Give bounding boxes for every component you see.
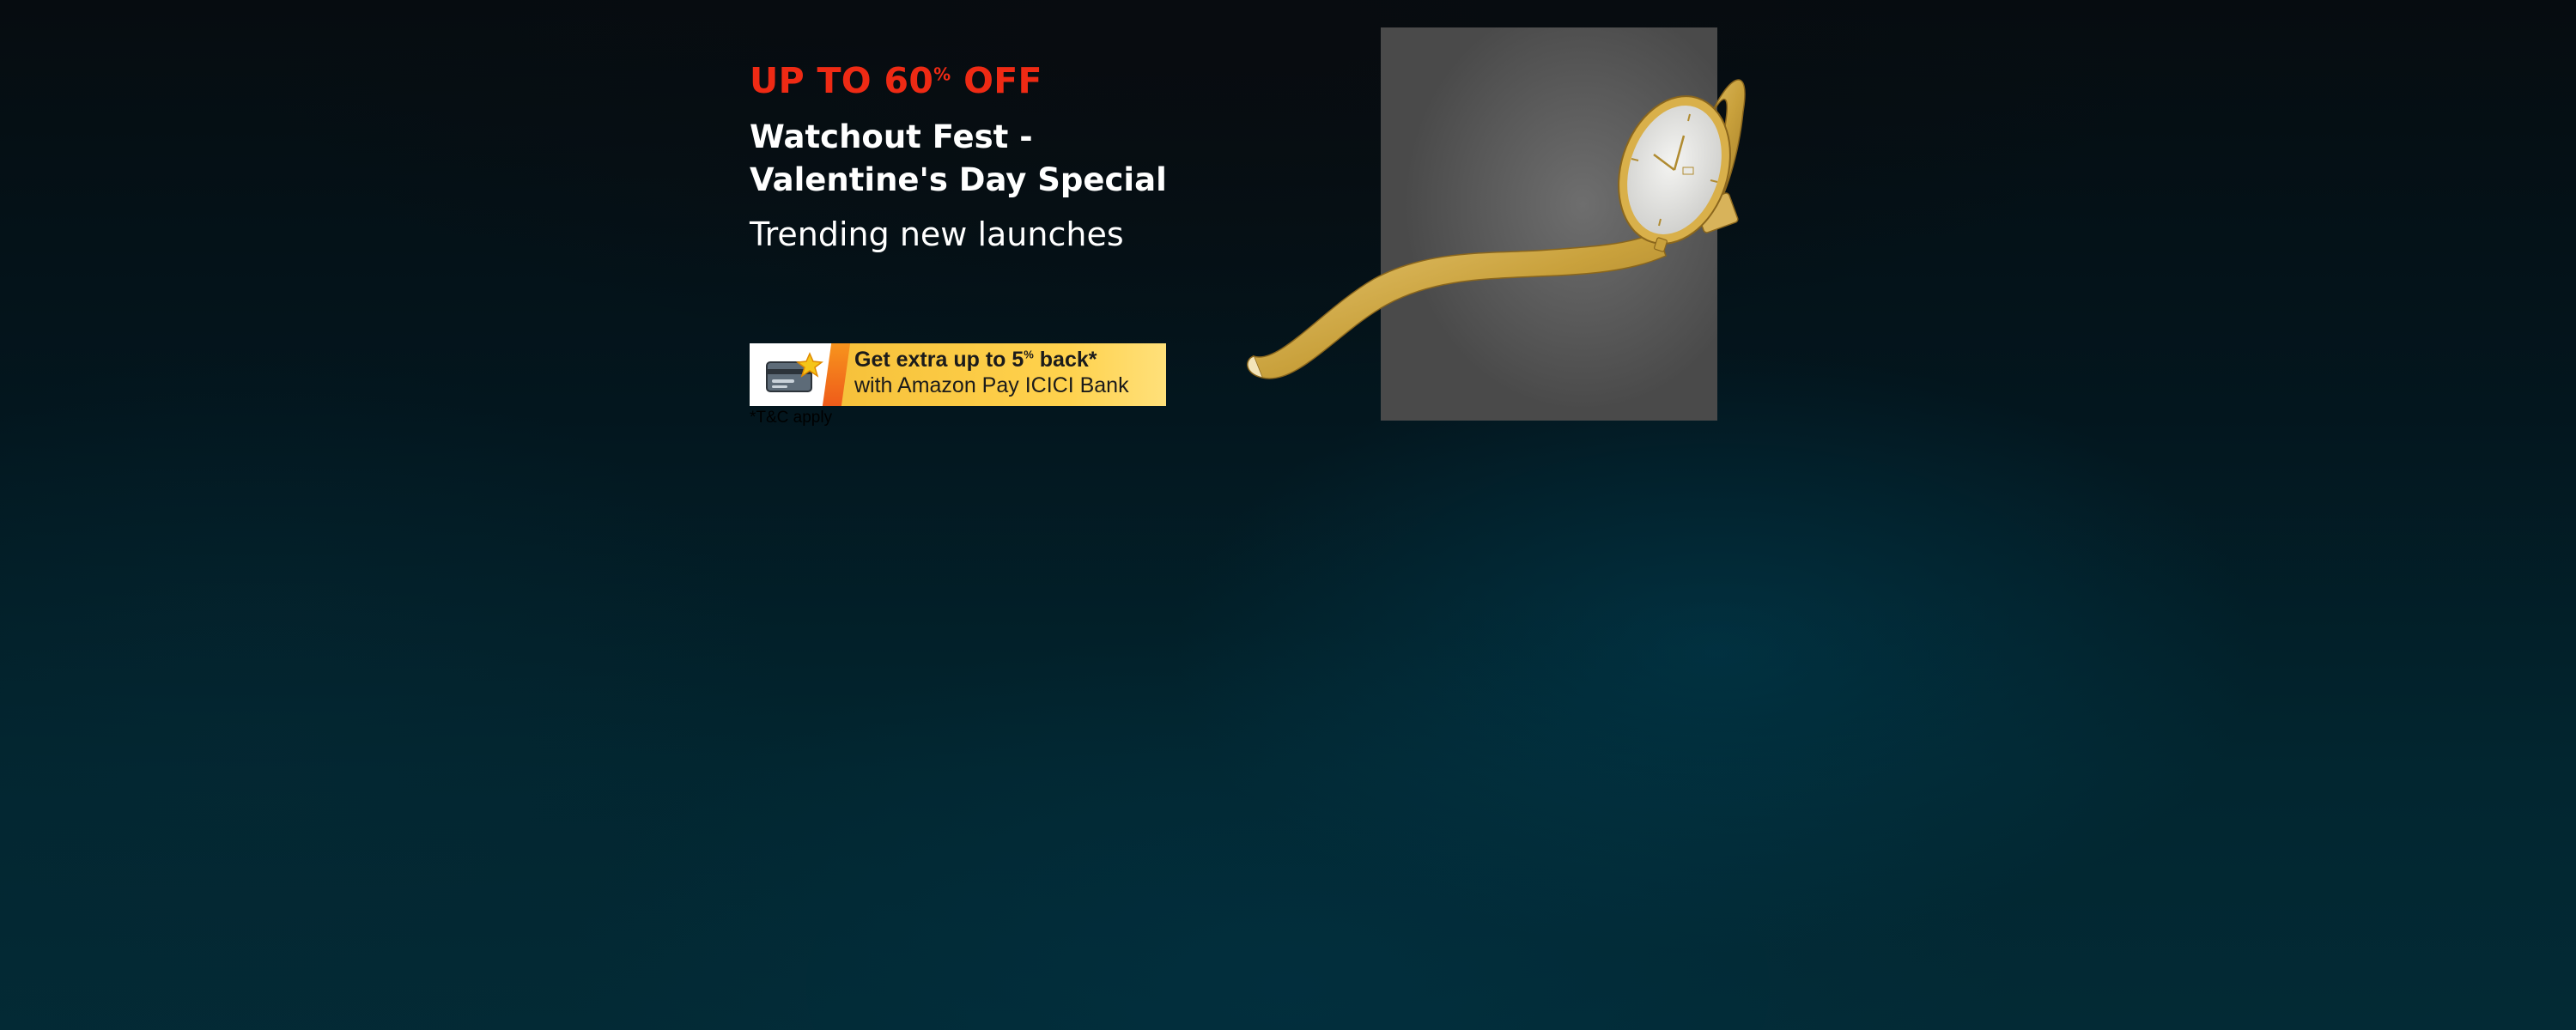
discount-headline: UP TO 60% OFF xyxy=(750,60,1230,101)
discount-suffix: OFF xyxy=(951,60,1042,101)
wallet-card-icon xyxy=(750,343,834,406)
offer-line-1-prefix: Get extra up to 5 xyxy=(854,348,1024,372)
product-image[interactable] xyxy=(1228,26,1760,429)
watch-promo-banner[interactable]: UP TO 60% OFF Watchout Fest - Valentine'… xyxy=(0,0,2576,1030)
promo-text-block: UP TO 60% OFF Watchout Fest - Valentine'… xyxy=(750,60,1230,254)
discount-prefix: UP TO 60 xyxy=(750,60,934,101)
offer-line-1: Get extra up to 5% back* xyxy=(854,347,1166,373)
terms-and-conditions-note: *T&C apply xyxy=(750,409,833,427)
event-title: Watchout Fest - Valentine's Day Special xyxy=(750,116,1230,202)
discount-percent-sign: % xyxy=(933,64,951,85)
bank-offer-badge[interactable]: Get extra up to 5% back* with Amazon Pay… xyxy=(750,343,1166,406)
offer-percent-sign: % xyxy=(1024,348,1034,361)
offer-line-2: with Amazon Pay ICICI Bank xyxy=(854,373,1129,397)
event-title-line-2: Valentine's Day Special xyxy=(750,161,1167,199)
tagline: Trending new launches xyxy=(750,215,1124,254)
event-title-line-1: Watchout Fest - xyxy=(750,118,1033,156)
offer-text-area: Get extra up to 5% back* with Amazon Pay… xyxy=(834,343,1166,406)
offer-line-1-suffix: back* xyxy=(1033,348,1097,372)
gold-watch-icon xyxy=(1247,79,1746,379)
